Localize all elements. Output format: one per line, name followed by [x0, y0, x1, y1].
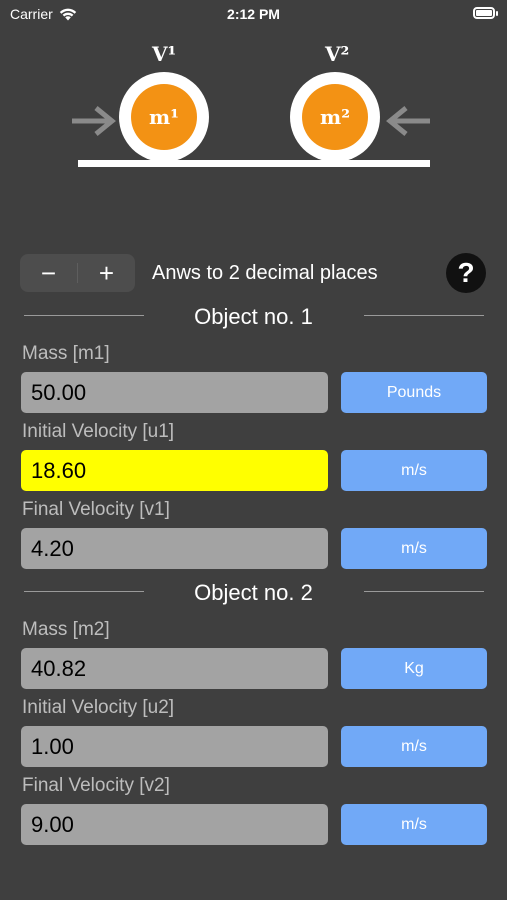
velocity-2-label: V²: [325, 42, 350, 66]
velocity-1-label: V¹: [152, 42, 177, 66]
initial-velocity-1-label: Initial Velocity [u1]: [22, 421, 175, 442]
mass-1-input[interactable]: 50.00: [21, 372, 328, 413]
object-1-title: Object no. 1: [194, 304, 313, 329]
final-velocity-2-unit-button[interactable]: m/s: [341, 804, 487, 845]
initial-velocity-1-input[interactable]: 18.60: [21, 450, 328, 491]
ball-m1: m¹: [119, 72, 209, 162]
object-2-header: Object no. 2: [0, 578, 507, 606]
battery-icon: [473, 7, 498, 19]
initial-velocity-2-label: Initial Velocity [u2]: [22, 697, 175, 718]
initial-velocity-1-unit-button[interactable]: m/s: [341, 450, 487, 491]
final-velocity-2-input[interactable]: 9.00: [21, 804, 328, 845]
ball-m1-label: m¹: [131, 84, 197, 150]
help-button[interactable]: ?: [446, 253, 486, 293]
decimal-places-label: Anws to 2 decimal places: [152, 262, 378, 284]
ball-m2-label: m²: [302, 84, 368, 150]
mass-1-label: Mass [m1]: [22, 343, 110, 364]
arrow-right-icon: [72, 106, 116, 136]
mass-1-unit-button[interactable]: Pounds: [341, 372, 487, 413]
ground-line: [78, 160, 430, 167]
object-1-header: Object no. 1: [0, 302, 507, 330]
final-velocity-1-input[interactable]: 4.20: [21, 528, 328, 569]
final-velocity-1-unit-button[interactable]: m/s: [341, 528, 487, 569]
collision-diagram: V¹ V² m¹ m²: [0, 30, 507, 190]
initial-velocity-2-input[interactable]: 1.00: [21, 726, 328, 767]
increment-button[interactable]: +: [78, 254, 135, 292]
divider-line: [364, 315, 484, 316]
final-velocity-2-label: Final Velocity [v2]: [22, 775, 170, 796]
final-velocity-1-label: Final Velocity [v1]: [22, 499, 170, 520]
mass-2-input[interactable]: 40.82: [21, 648, 328, 689]
arrow-left-icon: [386, 106, 430, 136]
initial-velocity-2-unit-button[interactable]: m/s: [341, 726, 487, 767]
mass-2-label: Mass [m2]: [22, 619, 110, 640]
ball-m2: m²: [290, 72, 380, 162]
object-2-title: Object no. 2: [194, 580, 313, 605]
decrement-button[interactable]: −: [20, 254, 77, 292]
decimal-stepper[interactable]: − +: [20, 254, 135, 292]
status-bar: Carrier 2:12 PM: [0, 0, 507, 30]
status-time: 2:12 PM: [227, 6, 280, 22]
mass-2-unit-button[interactable]: Kg: [341, 648, 487, 689]
divider-line: [364, 591, 484, 592]
